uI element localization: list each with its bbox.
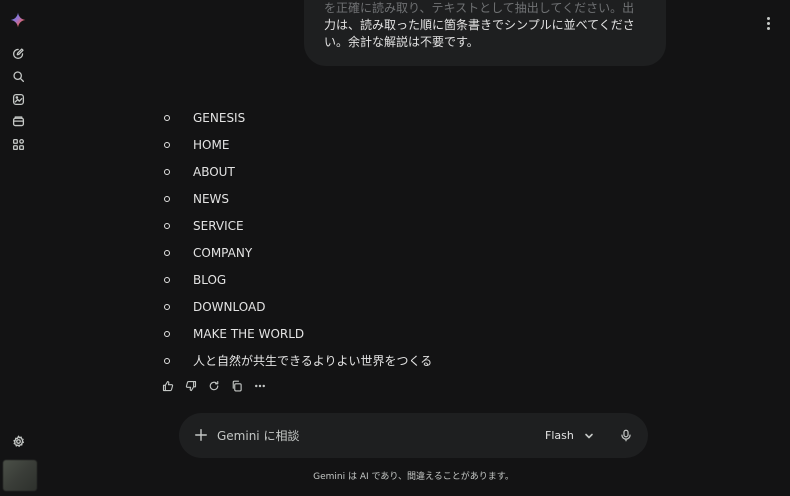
list-item: COMPANY (160, 239, 580, 266)
user-message-bubble: を正確に読み取り、テキストとして抽出してください。出 力は、読み取った順に箇条書… (304, 0, 666, 66)
ai-disclaimer: Gemini は AI であり、間違えることがあります。 (313, 472, 514, 482)
user-message-line: を正確に読み取り、テキストとして抽出してください。出 (324, 1, 635, 15)
thumbs-up-icon[interactable] (160, 377, 176, 395)
add-attachment-icon[interactable] (192, 426, 210, 444)
bullet-icon (164, 169, 170, 175)
gemini-app: を正確に読み取り、テキストとして抽出してください。出 力は、読み取った順に箇条書… (0, 0, 790, 496)
gemini-logo-icon[interactable] (9, 11, 27, 29)
list-item: DOWNLOAD (160, 293, 580, 320)
list-item: MAKE THE WORLD (160, 320, 580, 347)
model-selector[interactable]: Flash (545, 426, 594, 445)
list-item: BLOG (160, 266, 580, 293)
list-item: GENESIS (160, 104, 580, 131)
bullet-icon (164, 358, 170, 364)
more-options-icon[interactable] (760, 14, 776, 32)
user-message-line: 力は、読み取った順に箇条書きでシンプルに並べてくださ (324, 18, 635, 32)
new-chat-icon[interactable] (9, 44, 27, 62)
microphone-icon[interactable] (617, 426, 635, 445)
side-rail (0, 0, 38, 496)
more-icon[interactable] (252, 377, 268, 395)
response-bullet-list: GENESIS HOME ABOUT NEWS SERVICE COMPANY … (160, 104, 580, 374)
list-item: 人と自然が共生できるよりよい世界をつくる (160, 347, 580, 374)
list-item: SERVICE (160, 212, 580, 239)
apps-icon[interactable] (9, 135, 27, 153)
gems-icon[interactable] (9, 112, 27, 130)
bullet-icon (164, 304, 170, 310)
regenerate-icon[interactable] (206, 377, 222, 395)
account-avatar[interactable] (3, 460, 37, 491)
search-icon[interactable] (9, 67, 27, 85)
list-item: ABOUT (160, 158, 580, 185)
bullet-icon (164, 142, 170, 148)
user-message-line: い。余計な解説は不要です。 (324, 35, 479, 49)
bullet-icon (164, 223, 170, 229)
bullet-icon (164, 331, 170, 337)
bullet-icon (164, 115, 170, 121)
thumbs-down-icon[interactable] (183, 377, 199, 395)
copy-icon[interactable] (229, 377, 245, 395)
list-item: NEWS (160, 185, 580, 212)
bullet-icon (164, 250, 170, 256)
prompt-composer: Flash (179, 413, 648, 458)
chevron-down-icon (585, 433, 593, 438)
gallery-icon[interactable] (9, 90, 27, 108)
bullet-icon (164, 277, 170, 283)
settings-icon[interactable] (9, 432, 27, 450)
prompt-input[interactable] (217, 426, 517, 445)
model-label: Flash (545, 429, 574, 442)
bullet-icon (164, 196, 170, 202)
response-actions (160, 377, 268, 395)
list-item: HOME (160, 131, 580, 158)
